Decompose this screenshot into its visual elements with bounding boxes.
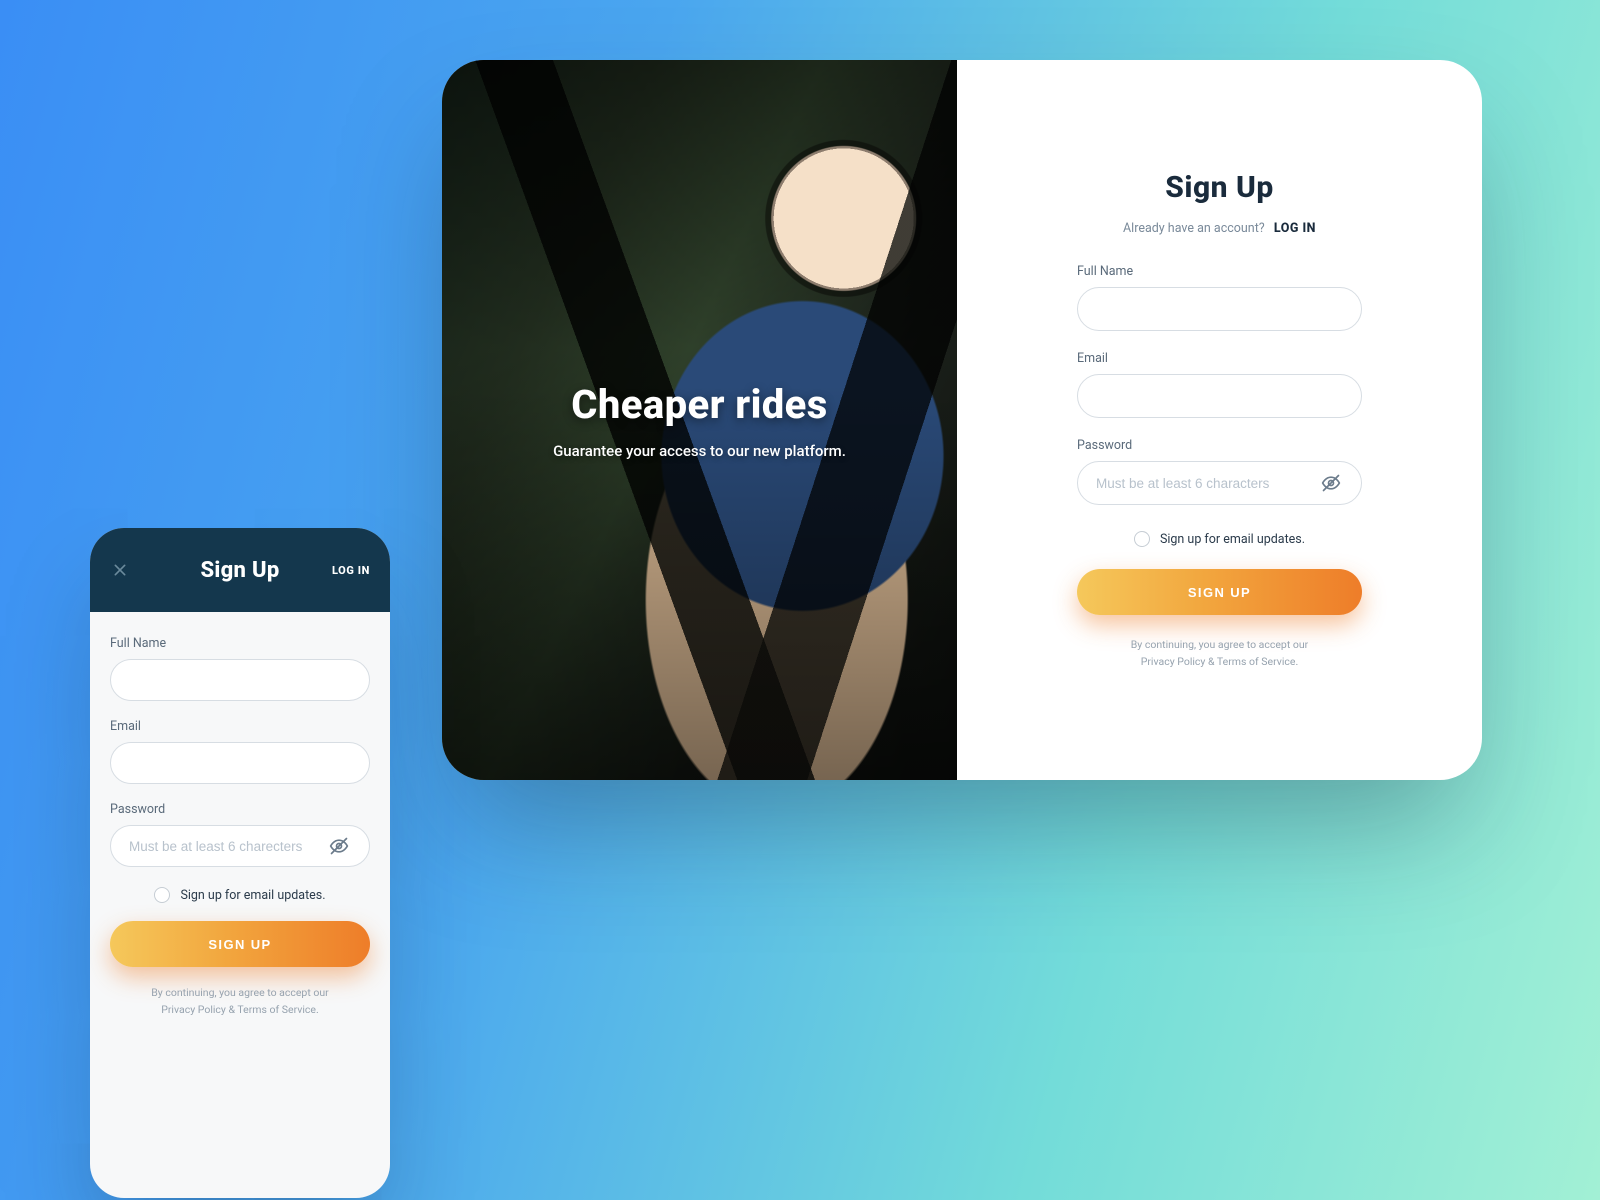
mobile-email-optin-row: Sign up for email updates. <box>110 887 370 903</box>
hero-title: Cheaper rides <box>571 381 827 428</box>
mobile-legal-line-2: Privacy Policy & Terms of Service. <box>161 1003 318 1016</box>
password-input[interactable] <box>1096 476 1319 491</box>
mobile-signup-card: Sign Up LOG IN Full Name Email Password <box>90 528 390 1198</box>
mobile-email-input[interactable] <box>129 756 351 771</box>
field-full-name: Full Name <box>1077 264 1362 331</box>
hero-subtitle: Guarantee your access to our new platfor… <box>553 442 846 460</box>
mobile-toggle-password-visibility-icon[interactable] <box>327 834 351 858</box>
hero-panel: Cheaper rides Guarantee your access to o… <box>442 60 957 780</box>
login-link[interactable]: LOG IN <box>1274 221 1316 236</box>
already-have-account: Already have an account? LOG IN <box>1123 221 1316 236</box>
mobile-email-label: Email <box>110 719 370 734</box>
mobile-full-name-label: Full Name <box>110 636 370 651</box>
full-name-input-wrap[interactable] <box>1077 287 1362 331</box>
signup-button[interactable]: SIGN UP <box>1077 569 1362 615</box>
mobile-legal-line-1: By continuing, you agree to accept our <box>151 986 328 999</box>
signup-form-panel: Sign Up Already have an account? LOG IN … <box>957 60 1482 780</box>
mobile-title: Sign Up <box>200 558 279 583</box>
mobile-form-body: Full Name Email Password <box>90 612 390 1198</box>
mobile-field-password: Password <box>110 802 370 867</box>
full-name-label: Full Name <box>1077 264 1362 279</box>
signup-fields: Full Name Email Password <box>1077 264 1362 525</box>
mobile-email-optin-label: Sign up for email updates. <box>180 888 325 903</box>
mobile-field-full-name: Full Name <box>110 636 370 701</box>
legal-text: By continuing, you agree to accept our P… <box>1131 637 1308 671</box>
mobile-signup-button[interactable]: SIGN UP <box>110 921 370 967</box>
field-email: Email <box>1077 351 1362 418</box>
mobile-password-input[interactable] <box>129 839 327 854</box>
desktop-signup-card: Cheaper rides Guarantee your access to o… <box>442 60 1482 780</box>
password-input-wrap[interactable] <box>1077 461 1362 505</box>
mobile-email-input-wrap[interactable] <box>110 742 370 784</box>
mobile-password-label: Password <box>110 802 370 817</box>
password-label: Password <box>1077 438 1362 453</box>
mobile-full-name-input-wrap[interactable] <box>110 659 370 701</box>
email-optin-radio[interactable] <box>1134 531 1150 547</box>
mobile-email-optin-radio[interactable] <box>154 887 170 903</box>
email-optin-label: Sign up for email updates. <box>1160 532 1305 547</box>
mobile-password-input-wrap[interactable] <box>110 825 370 867</box>
legal-line-2: Privacy Policy & Terms of Service. <box>1141 655 1298 668</box>
full-name-input[interactable] <box>1096 302 1343 317</box>
mobile-full-name-input[interactable] <box>129 673 351 688</box>
field-password: Password <box>1077 438 1362 505</box>
mobile-legal-text: By continuing, you agree to accept our P… <box>151 985 328 1019</box>
email-input-wrap[interactable] <box>1077 374 1362 418</box>
email-label: Email <box>1077 351 1362 366</box>
toggle-password-visibility-icon[interactable] <box>1319 471 1343 495</box>
mobile-login-link[interactable]: LOG IN <box>332 564 370 577</box>
close-icon[interactable] <box>110 560 130 580</box>
legal-line-1: By continuing, you agree to accept our <box>1131 638 1308 651</box>
mobile-field-email: Email <box>110 719 370 784</box>
email-optin-row: Sign up for email updates. <box>1134 531 1305 547</box>
already-prompt: Already have an account? <box>1123 221 1265 236</box>
mobile-header: Sign Up LOG IN <box>90 528 390 612</box>
form-title: Sign Up <box>1165 170 1274 205</box>
email-input[interactable] <box>1096 389 1343 404</box>
